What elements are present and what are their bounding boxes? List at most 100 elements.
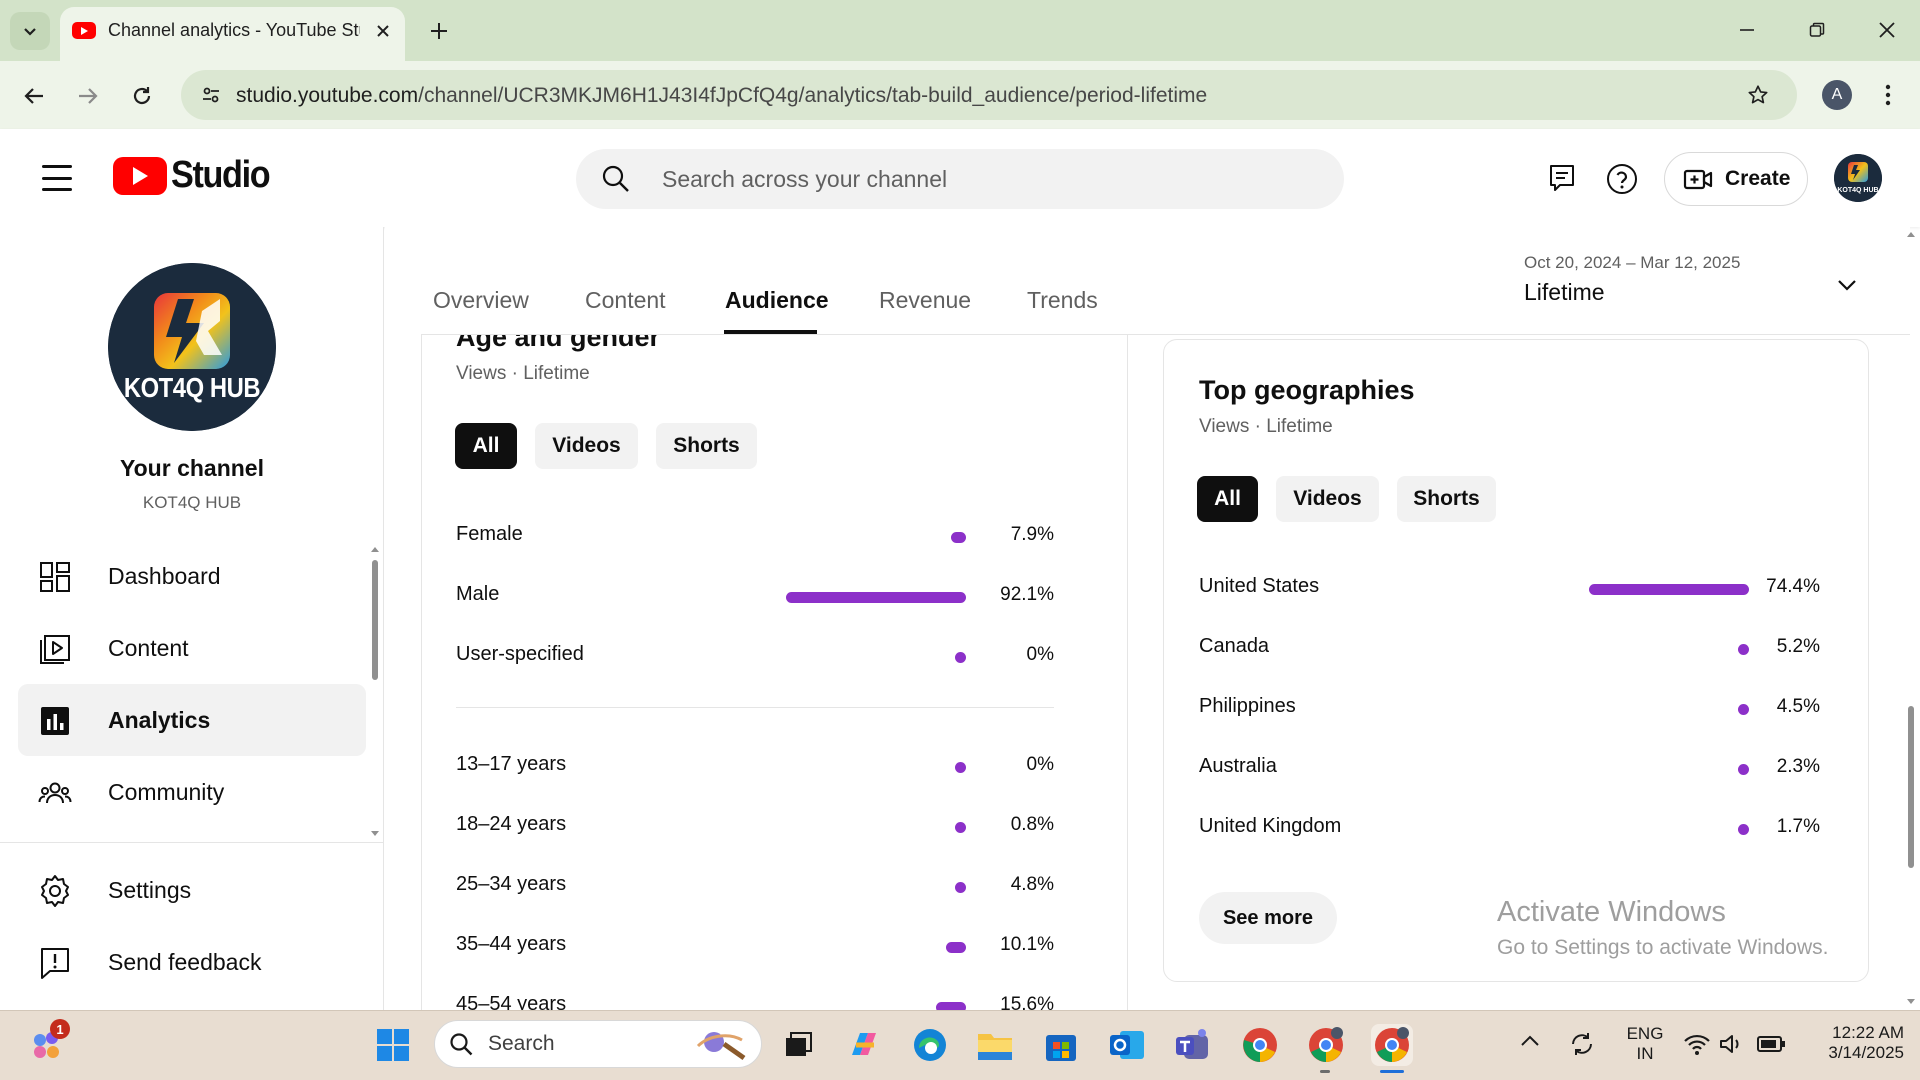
sync-icon[interactable] (1568, 1030, 1596, 1058)
create-video-icon (1683, 166, 1713, 192)
age-gender-filter-shorts[interactable]: Shorts (656, 423, 757, 469)
sidebar-item-label: Settings (108, 877, 192, 903)
svg-text:KOT4Q HUB: KOT4Q HUB (1837, 187, 1878, 194)
windows-start-icon[interactable] (372, 1024, 414, 1066)
clock[interactable]: 12:22 AM 3/14/2025 (1800, 1023, 1904, 1063)
tab-search-dropdown-icon[interactable] (10, 12, 50, 50)
age-gender-subtitle: Views · Lifetime (456, 363, 590, 384)
age-row-value: 0% (1026, 754, 1054, 775)
tab-trends[interactable]: Trends (1027, 287, 1098, 314)
dashboard-icon (38, 560, 72, 594)
activate-windows-watermark: Activate Windows (1497, 896, 1726, 928)
search-icon[interactable] (600, 163, 632, 195)
gender-row-value: 7.9% (1010, 524, 1054, 545)
language-code: ENG (1626, 1024, 1664, 1043)
age-row-label: 18–24 years (456, 813, 567, 835)
chrome-profile-active-icon[interactable] (1371, 1024, 1413, 1066)
tab-overview[interactable]: Overview (433, 287, 529, 314)
channel-avatar[interactable] (108, 263, 276, 431)
tab-revenue[interactable]: Revenue (879, 287, 971, 314)
clock-date: 3/14/2025 (1828, 1043, 1904, 1062)
age-row-value: 0.8% (1010, 814, 1054, 835)
scroll-down-icon[interactable] (370, 830, 380, 838)
tab-audience[interactable]: Audience (725, 287, 829, 314)
notification-badge: 1 (50, 1019, 70, 1039)
tray-overflow-chevron-icon[interactable] (1520, 1034, 1540, 1048)
restore-icon[interactable] (1794, 12, 1840, 48)
clock-time: 12:22 AM (1832, 1023, 1904, 1042)
page-scroll-up-icon[interactable] (1906, 230, 1916, 238)
copilot-icon[interactable] (843, 1024, 885, 1066)
top-geographies-title: Top geographies (1199, 375, 1415, 405)
age-gender-divider (456, 707, 1054, 708)
geo-row-bar (1589, 584, 1749, 595)
reload-icon[interactable] (124, 78, 160, 114)
hamburger-menu-icon[interactable] (40, 163, 74, 193)
new-tab-icon[interactable] (424, 16, 454, 46)
age-gender-filter-videos[interactable]: Videos (535, 423, 638, 469)
wifi-icon[interactable] (1683, 1032, 1711, 1056)
site-info-icon[interactable] (196, 80, 226, 110)
geo-row-label: Australia (1199, 755, 1277, 777)
page-scrollbar[interactable] (1908, 706, 1914, 868)
sidebar-divider (0, 842, 384, 843)
geo-row-value: 5.2% (1776, 636, 1820, 657)
gender-row-value: 0% (1026, 644, 1054, 665)
browser-profile-avatar[interactable]: A (1822, 80, 1852, 110)
age-gender-filter-all[interactable]: All (455, 423, 517, 469)
gender-row-label: Female (456, 523, 523, 545)
sidebar-item-label: Send feedback (108, 949, 262, 975)
geo-row-value: 2.3% (1776, 756, 1820, 777)
forward-icon[interactable] (70, 78, 106, 114)
chrome-profile-icon[interactable] (1305, 1024, 1347, 1066)
file-explorer-icon[interactable] (974, 1024, 1016, 1066)
gender-row-label: Male (456, 583, 500, 605)
geo-filter-videos[interactable]: Videos (1276, 476, 1379, 522)
scroll-up-icon[interactable] (370, 545, 380, 553)
see-more-button[interactable]: See more (1199, 892, 1337, 944)
youtube-logo-icon[interactable] (113, 157, 167, 195)
create-button[interactable]: Create (1664, 152, 1808, 206)
studio-wordmark[interactable]: Studio (171, 154, 271, 197)
sidebar-scrollbar[interactable] (372, 560, 378, 680)
volume-icon[interactable] (1718, 1032, 1744, 1056)
search-input[interactable] (662, 149, 1302, 209)
teams-icon[interactable] (1172, 1024, 1214, 1066)
region-code: IN (1636, 1044, 1654, 1063)
age-row-bar (955, 882, 966, 893)
task-view-icon[interactable] (777, 1024, 819, 1066)
help-icon[interactable] (1605, 162, 1639, 196)
browser-menu-icon[interactable] (1873, 80, 1903, 110)
chevron-down-icon[interactable] (1832, 270, 1862, 300)
back-icon[interactable] (16, 78, 52, 114)
age-row-label: 25–34 years (456, 873, 567, 895)
channel-avatar-text: KOT4Q HUB (123, 372, 261, 403)
edge-browser-icon[interactable] (909, 1024, 951, 1066)
page-scroll-down-icon[interactable] (1906, 998, 1916, 1006)
outlook-icon[interactable] (1106, 1024, 1148, 1066)
taskbar-search-label: Search (488, 1032, 555, 1055)
age-row-bar (955, 762, 966, 773)
tab-content[interactable]: Content (585, 287, 666, 314)
sidebar-item-label: Community (108, 779, 225, 805)
chrome-icon[interactable] (1239, 1024, 1281, 1066)
account-avatar[interactable]: KOT4Q HUB (1834, 154, 1882, 202)
feedback-icon (38, 946, 72, 980)
messages-icon[interactable] (1546, 162, 1578, 194)
close-tab-icon[interactable] (370, 18, 396, 44)
period-select[interactable]: Lifetime (1524, 279, 1605, 306)
geo-filter-all[interactable]: All (1197, 476, 1258, 522)
community-icon (38, 776, 72, 810)
minimize-icon[interactable] (1724, 12, 1770, 48)
bookmark-star-icon[interactable] (1743, 80, 1773, 110)
close-window-icon[interactable] (1864, 12, 1910, 48)
geo-row-label: Philippines (1199, 695, 1296, 717)
microsoft-store-icon[interactable] (1040, 1024, 1082, 1066)
gutter-mask (385, 323, 421, 335)
language-indicator[interactable]: ENG IN (1620, 1024, 1670, 1064)
geo-filter-shorts[interactable]: Shorts (1397, 476, 1496, 522)
battery-icon[interactable] (1756, 1034, 1786, 1054)
sidebar-item-label: Analytics (108, 707, 211, 733)
date-range-text[interactable]: Oct 20, 2024 – Mar 12, 2025 (1524, 253, 1740, 273)
analytics-icon (38, 704, 72, 738)
